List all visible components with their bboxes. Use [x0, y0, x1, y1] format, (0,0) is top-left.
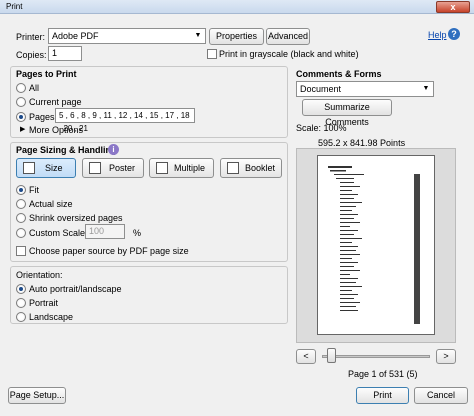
page-slider-handle[interactable] [327, 348, 336, 363]
properties-button[interactable]: Properties [209, 28, 264, 45]
booklet-icon [227, 162, 239, 174]
page-setup-button[interactable]: Page Setup... [8, 387, 66, 404]
size-icon [23, 162, 35, 174]
custom-scale-label: Custom Scale: [29, 228, 88, 238]
current-page-radio[interactable] [16, 97, 26, 107]
booklet-button-label: Booklet [245, 163, 276, 173]
copies-value: 1 [52, 48, 58, 58]
paper-source-label: Choose paper source by PDF page size [29, 246, 189, 256]
landscape-label: Landscape [29, 312, 74, 322]
advanced-button[interactable]: Advanced [266, 28, 310, 45]
all-pages-radio[interactable] [16, 83, 26, 93]
printer-value: Adobe PDF [52, 31, 99, 41]
print-button[interactable]: Print [356, 387, 409, 404]
grayscale-label: Print in grayscale (black and white) [219, 49, 359, 59]
booklet-button[interactable]: Booklet [220, 158, 282, 178]
chevron-down-icon: ▼ [194, 32, 202, 39]
page-slider-track[interactable] [322, 355, 430, 358]
actual-size-label: Actual size [29, 199, 73, 209]
expand-icon[interactable]: ▶ [20, 125, 25, 133]
close-button[interactable]: x [436, 1, 470, 13]
page-status: Page 1 of 531 (5) [348, 369, 418, 379]
portrait-radio[interactable] [16, 298, 26, 308]
landscape-radio[interactable] [16, 312, 26, 322]
percent-label: % [133, 228, 142, 238]
info-icon[interactable]: i [108, 144, 119, 155]
previous-page-button[interactable]: < [296, 349, 316, 364]
cancel-button[interactable]: Cancel [414, 387, 468, 404]
printer-label: Printer: [16, 32, 46, 42]
preview-page-content [328, 166, 420, 324]
pages-radio[interactable] [16, 112, 26, 122]
help-icon[interactable]: ? [448, 28, 460, 40]
multiple-button[interactable]: Multiple [149, 158, 214, 178]
copies-input[interactable]: 1 [48, 46, 82, 61]
scale-label: Scale: 100% [296, 123, 347, 133]
current-page-label: Current page [29, 97, 82, 107]
orientation-title: Orientation: [16, 270, 63, 280]
help-link[interactable]: Help [428, 30, 447, 40]
preview-page [317, 155, 435, 335]
window-title: Print [6, 2, 23, 11]
chevron-down-icon: ▼ [422, 85, 430, 92]
multiple-button-label: Multiple [174, 163, 206, 173]
size-button-label: Size [45, 163, 63, 173]
fit-label: Fit [29, 185, 39, 195]
printer-select[interactable]: Adobe PDF ▼ [48, 28, 206, 44]
fit-radio[interactable] [16, 185, 26, 195]
grayscale-checkbox[interactable] [207, 49, 217, 59]
custom-scale-radio[interactable] [16, 228, 26, 238]
multiple-icon [156, 162, 168, 174]
page-sizing-title: Page Sizing & Handling [16, 145, 117, 155]
more-options-toggle[interactable]: More Options [29, 125, 83, 135]
summarize-comments-button[interactable]: Summarize Comments [302, 99, 392, 127]
title-bar: Print x [0, 0, 474, 14]
size-button[interactable]: Size [16, 158, 76, 178]
custom-scale-input[interactable]: 100 [85, 224, 125, 239]
auto-orientation-label: Auto portrait/landscape [29, 284, 122, 294]
copies-label: Copies: [16, 50, 47, 60]
all-pages-label: All [29, 83, 40, 93]
dimensions-label: 595.2 x 841.98 Points [318, 138, 406, 148]
pages-to-print-title: Pages to Print [16, 69, 77, 79]
portrait-label: Portrait [29, 298, 59, 308]
comments-forms-title: Comments & Forms [296, 69, 382, 79]
shrink-label: Shrink oversized pages [29, 213, 123, 223]
actual-size-radio[interactable] [16, 199, 26, 209]
poster-button[interactable]: Poster [82, 158, 144, 178]
next-page-button[interactable]: > [436, 349, 456, 364]
poster-button-label: Poster [109, 163, 136, 173]
pages-label: Pages [29, 112, 55, 122]
comments-forms-value: Document [300, 84, 342, 94]
paper-source-checkbox[interactable] [16, 246, 26, 256]
pages-range-input[interactable]: 5 , 6 , 8 , 9 , 11 , 12 , 14 , 15 , 17 ,… [55, 108, 195, 133]
shrink-radio[interactable] [16, 213, 26, 223]
auto-orientation-radio[interactable] [16, 284, 26, 294]
comments-forms-select[interactable]: Document ▼ [296, 81, 434, 97]
poster-icon [89, 162, 101, 174]
custom-scale-value: 100 [89, 226, 105, 236]
